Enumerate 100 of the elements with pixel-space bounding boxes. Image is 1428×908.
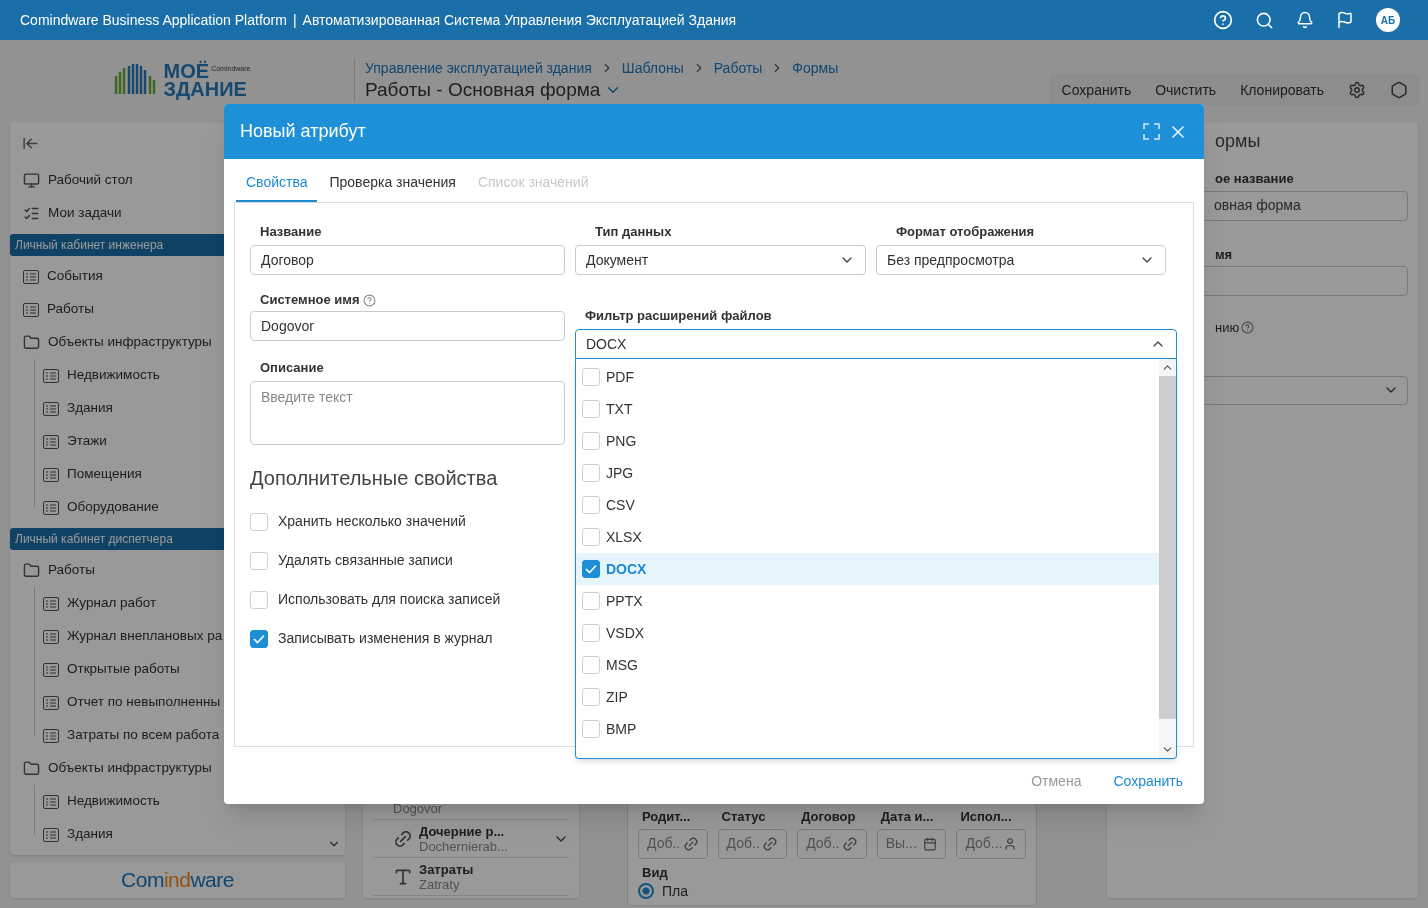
save-button[interactable]: Сохранить [1113, 771, 1183, 792]
dropdown-option[interactable]: PDF [576, 361, 1159, 393]
checkbox[interactable] [582, 624, 600, 642]
dropdown-option[interactable]: MSG [576, 649, 1159, 681]
checkbox[interactable] [582, 560, 600, 578]
checkbox[interactable] [582, 464, 600, 482]
dropdown-option[interactable]: XLSX [576, 521, 1159, 553]
calendar-icon [923, 836, 938, 851]
breadcrumb-link[interactable]: Шаблоны [621, 57, 684, 79]
breadcrumb-link[interactable]: Работы [713, 57, 763, 79]
sidebar-item[interactable]: Здания [67, 824, 113, 845]
checkbox[interactable] [250, 590, 268, 609]
maximize-icon[interactable] [1143, 123, 1160, 140]
dropdown-option[interactable]: BMP [576, 713, 1159, 745]
folder-icon [23, 760, 40, 777]
select-field[interactable]: Без предпросмотра [876, 245, 1166, 275]
sidebar-item[interactable]: Здания [67, 398, 113, 419]
checkbox-label[interactable]: Использовать для поиска записей [278, 589, 501, 610]
dropdown-option[interactable]: CSV [576, 489, 1159, 521]
checkbox[interactable] [582, 368, 600, 386]
checkbox[interactable] [582, 496, 600, 514]
list-icon [43, 500, 59, 515]
sidebar-item[interactable]: Объекты инфраструктуры [48, 758, 212, 779]
separator: | [292, 10, 297, 30]
page-title: Работы - Основная форма [365, 78, 601, 102]
dropdown-option[interactable]: PNG [576, 425, 1159, 457]
toolbar-button[interactable]: Сохранить [1061, 79, 1132, 101]
sidebar-item[interactable]: Затраты по всем работа [67, 725, 220, 746]
sidebar-item[interactable]: Работы [48, 560, 95, 581]
select-field[interactable]: DOCX [575, 329, 1177, 359]
field-label: Фильтр расширений файлов [585, 308, 772, 323]
sidebar-item[interactable]: Оборудование [67, 497, 159, 518]
checkbox-label[interactable]: Удалять связанные записи [278, 550, 453, 571]
field-label: Системное имя [260, 291, 360, 309]
tab[interactable]: Свойства [236, 172, 318, 202]
dropdown-option[interactable]: DOCX [576, 553, 1159, 585]
sidebar-item[interactable]: Недвижимость [67, 365, 160, 386]
attribute-system-name: Zatraty [419, 876, 460, 892]
field-label: Испол... [959, 808, 1013, 826]
sidebar-item[interactable]: Открытые работы [67, 659, 180, 680]
list-icon [43, 401, 59, 416]
sidebar-item[interactable]: Помещения [67, 464, 142, 485]
tab[interactable]: Проверка значения [319, 172, 466, 202]
checkbox[interactable] [582, 432, 600, 450]
search-icon[interactable] [1255, 10, 1274, 30]
bell-icon[interactable] [1296, 11, 1314, 29]
attribute-name[interactable]: Затраты [419, 861, 569, 877]
checkbox[interactable] [582, 688, 600, 706]
sidebar-item[interactable]: Этажи [67, 431, 107, 452]
dropdown-option[interactable]: VSDX [576, 617, 1159, 649]
help-icon[interactable] [1241, 321, 1255, 335]
dropdown-option[interactable]: JPG [576, 457, 1159, 489]
folder-icon [23, 562, 40, 579]
radio-label[interactable]: Пла [662, 880, 689, 902]
select-field[interactable]: Документ [575, 245, 866, 275]
user-avatar[interactable]: АБ [1376, 8, 1400, 32]
sidebar-item[interactable]: Работы [47, 299, 94, 320]
attribute-name[interactable]: Дочерние р... [419, 823, 547, 839]
description-field[interactable]: Введите текст [250, 381, 565, 445]
sidebar-item[interactable]: Недвижимость [67, 791, 160, 812]
list-icon [43, 728, 59, 743]
checkbox[interactable] [582, 720, 600, 738]
sidebar-item[interactable]: Отчет по невыполненны [67, 692, 221, 713]
dialog-title: Новый атрибут [240, 120, 366, 143]
dropdown-option[interactable]: PPTX [576, 585, 1159, 617]
hexagon-icon[interactable] [1390, 81, 1408, 99]
sidebar-item[interactable]: События [47, 266, 103, 287]
toolbar-button[interactable]: Очистить [1155, 79, 1217, 101]
flag-icon[interactable] [1336, 11, 1354, 29]
list-icon [43, 434, 59, 449]
sidebar-item[interactable]: Объекты инфраструктуры [48, 332, 212, 353]
checkbox[interactable] [582, 656, 600, 674]
scrollbar[interactable] [1159, 359, 1176, 758]
checkbox-label[interactable]: Записывать изменения в журнал [278, 628, 493, 649]
checkbox[interactable] [582, 592, 600, 610]
help-icon[interactable] [363, 293, 377, 307]
text-field[interactable]: Dogovor [250, 311, 565, 341]
list-icon [43, 368, 59, 383]
sidebar-item[interactable]: Рабочий стол [48, 170, 133, 191]
text-field[interactable]: Договор [250, 245, 565, 275]
platform-name[interactable]: Comindware Business Application Platform [20, 9, 287, 31]
checkbox[interactable] [582, 528, 600, 546]
breadcrumb-link[interactable]: Управление эксплуатацией здания [365, 57, 592, 79]
list-icon [43, 827, 59, 842]
field-label: Родит... [641, 808, 692, 826]
field-label: Дата и... [879, 808, 935, 826]
sidebar-item[interactable]: Журнал внеплановых ра [67, 626, 223, 647]
breadcrumb-link[interactable]: Формы [792, 57, 839, 79]
settings-icon[interactable] [1348, 81, 1366, 99]
toolbar-button[interactable]: Клонировать [1240, 79, 1324, 101]
sidebar-item[interactable]: Журнал работ [67, 593, 157, 614]
checkbox[interactable] [250, 629, 268, 648]
dropdown-option[interactable]: ZIP [576, 681, 1159, 713]
dropdown-option[interactable]: TXT [576, 393, 1159, 425]
sidebar-item[interactable]: Мои задачи [48, 203, 122, 224]
field-label: Договор [800, 808, 857, 826]
checkbox[interactable] [250, 512, 268, 531]
checkbox[interactable] [250, 551, 268, 570]
checkbox[interactable] [582, 400, 600, 418]
radio-button[interactable] [638, 883, 654, 899]
